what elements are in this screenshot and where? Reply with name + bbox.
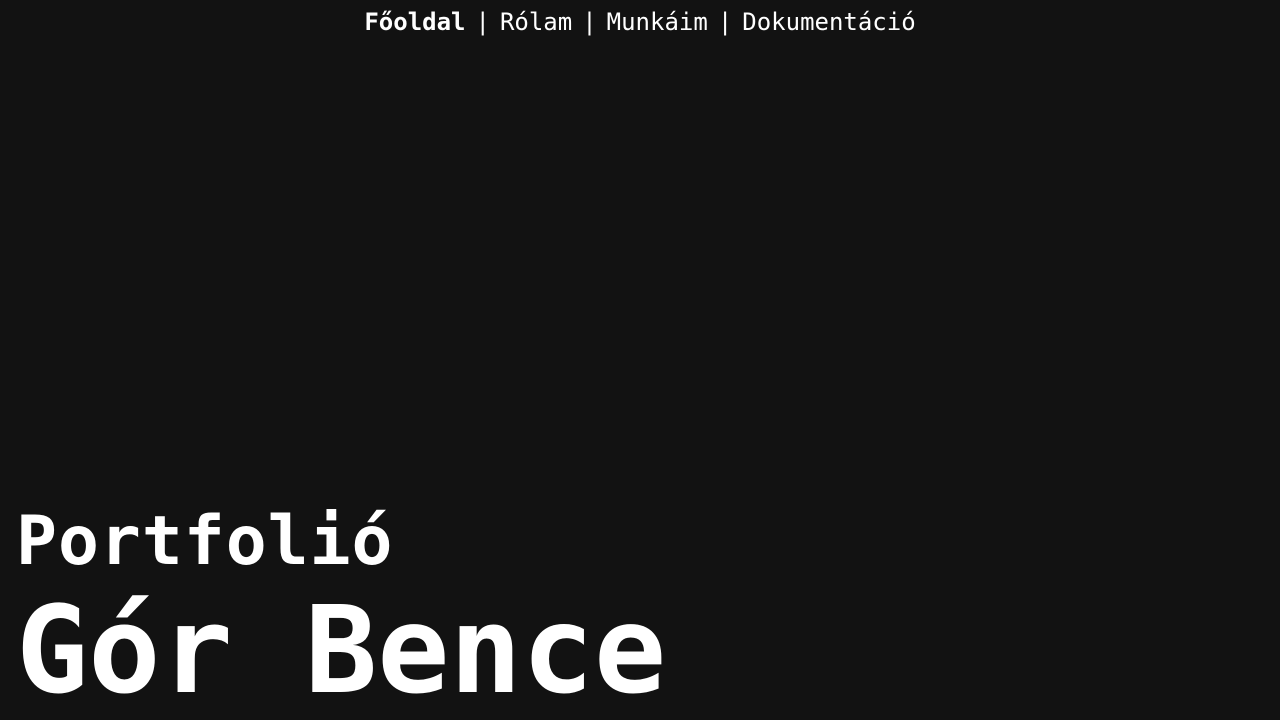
hero-section: Portfolió Gór Bence: [16, 502, 667, 720]
page: Főoldal | Rólam | Munkáim | Dokumentáció Portf…: [0, 0, 1280, 720]
nav-item-home[interactable]: Főoldal: [364, 8, 465, 36]
nav-item-works[interactable]: Munkáim: [607, 8, 708, 36]
hero-subtitle: Portfolió: [16, 502, 394, 581]
nav-separator: |: [717, 8, 733, 36]
top-navigation: Főoldal | Rólam | Munkáim | Dokumentáció: [0, 6, 1280, 38]
nav-separator: |: [475, 8, 490, 36]
nav-separator: |: [582, 8, 597, 36]
nav-item-documentation[interactable]: Dokumentáció: [742, 8, 915, 36]
nav-item-about[interactable]: Rólam: [500, 8, 572, 36]
hero-name: Gór Bence: [16, 582, 667, 720]
